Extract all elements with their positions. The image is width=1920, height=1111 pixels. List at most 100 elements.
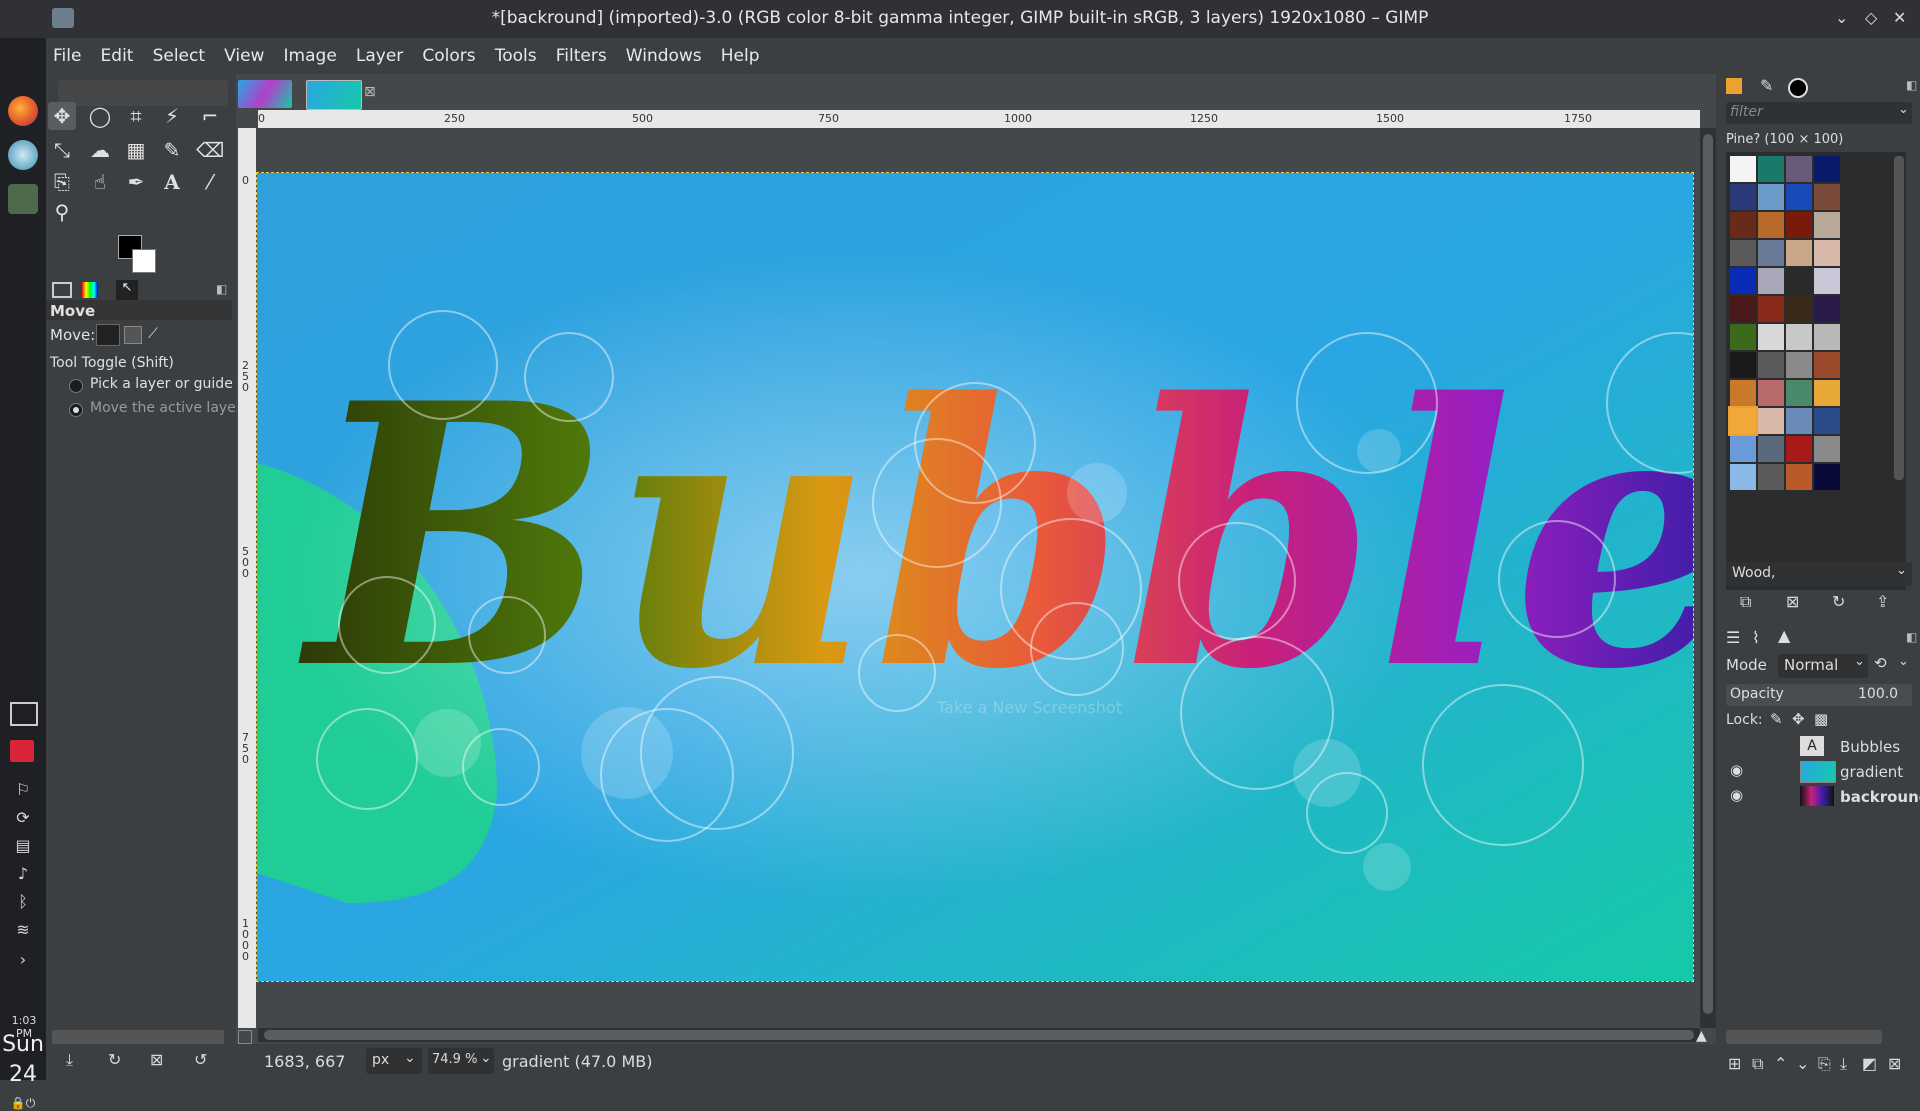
- color-picker-icon[interactable]: ⁄: [196, 168, 224, 196]
- pattern-swatch[interactable]: [1814, 240, 1840, 266]
- menu-select[interactable]: Select: [146, 38, 212, 74]
- paths-tab-icon[interactable]: ⌇: [1752, 628, 1760, 647]
- pattern-swatch[interactable]: [1786, 324, 1812, 350]
- delete-pattern-icon[interactable]: ⊠: [1786, 592, 1799, 611]
- pattern-swatch[interactable]: [1758, 408, 1784, 434]
- quick-mask-icon[interactable]: [238, 1030, 252, 1044]
- pattern-swatch[interactable]: [1758, 240, 1784, 266]
- canvas-vertical-scrollbar[interactable]: [1700, 128, 1716, 1028]
- raise-layer-icon[interactable]: ⌃: [1774, 1054, 1787, 1073]
- pattern-swatch[interactable]: [1758, 464, 1784, 490]
- move-path-mode-icon[interactable]: ⟋: [148, 326, 158, 342]
- mode-dropdown-icon[interactable]: ⌄: [1854, 654, 1865, 669]
- gradient-tool-icon[interactable]: ▦: [122, 136, 150, 164]
- pattern-swatch[interactable]: [1814, 464, 1840, 490]
- power-icon[interactable]: 🔒⏻: [6, 1096, 40, 1111]
- new-group-icon[interactable]: ⧉: [1752, 1054, 1763, 1074]
- pattern-swatch[interactable]: [1814, 408, 1840, 434]
- pattern-swatch[interactable]: [1786, 380, 1812, 406]
- pattern-swatch[interactable]: [1730, 436, 1756, 462]
- move-layer-mode-icon[interactable]: [96, 324, 120, 346]
- pattern-swatch[interactable]: [1730, 352, 1756, 378]
- pattern-swatch[interactable]: [1730, 296, 1756, 322]
- configure-tab-icon[interactable]: ◧: [216, 282, 227, 296]
- pattern-swatch[interactable]: [1758, 380, 1784, 406]
- unit-dropdown-icon[interactable]: ⌄: [404, 1050, 416, 1066]
- horizontal-ruler[interactable]: 0 250 500 750 1000 1250 1500 1750: [258, 110, 1700, 128]
- pattern-swatch[interactable]: [1758, 352, 1784, 378]
- pattern-swatch[interactable]: [1814, 436, 1840, 462]
- vertical-scroll-thumb[interactable]: [1703, 134, 1713, 1014]
- bluetooth-icon[interactable]: ᛒ: [12, 892, 34, 911]
- gradients-tab-icon[interactable]: [1788, 78, 1808, 98]
- pointer-tab-icon[interactable]: ↖: [116, 280, 138, 300]
- brushes-tab-icon[interactable]: ✎: [1760, 76, 1773, 95]
- new-layer-icon[interactable]: ⊞: [1728, 1054, 1741, 1073]
- menu-view[interactable]: View: [217, 38, 271, 74]
- clone-tool-icon[interactable]: ⎘: [48, 168, 76, 196]
- text-tool-icon[interactable]: A: [158, 168, 186, 196]
- layer-name[interactable]: gradient: [1840, 763, 1903, 781]
- pattern-grid[interactable]: [1726, 152, 1906, 590]
- pattern-swatch[interactable]: [1814, 212, 1840, 238]
- layer-row[interactable]: ◉ backround: [1716, 784, 1920, 809]
- maximize-button[interactable]: ◇: [1865, 8, 1877, 27]
- lock-position-icon[interactable]: ✥: [1792, 710, 1805, 728]
- delete-layer-icon[interactable]: ⊠: [1888, 1054, 1901, 1073]
- menu-colors[interactable]: Colors: [415, 38, 482, 74]
- toolbox-scrollbar[interactable]: [52, 1030, 224, 1044]
- pattern-swatch[interactable]: [1758, 436, 1784, 462]
- zoom-tool-icon[interactable]: ⚲: [48, 198, 76, 226]
- pattern-swatch[interactable]: [1758, 296, 1784, 322]
- clipboard-icon[interactable]: ▤: [12, 836, 34, 855]
- eraser-icon[interactable]: ⌫: [196, 136, 224, 164]
- canvas-horizontal-scrollbar[interactable]: [258, 1028, 1700, 1042]
- menu-image[interactable]: Image: [277, 38, 344, 74]
- paths-tool-icon[interactable]: ✒: [122, 168, 150, 196]
- pattern-swatch[interactable]: [1730, 268, 1756, 294]
- paintbrush-icon[interactable]: ✎: [158, 136, 186, 164]
- lock-alpha-icon[interactable]: ▩: [1814, 710, 1828, 728]
- layer-visibility-eye-icon[interactable]: ◉: [1730, 761, 1743, 779]
- tool-options-tab-icon[interactable]: [52, 282, 72, 298]
- image-tab-thumbnail[interactable]: [238, 80, 292, 108]
- unified-transform-icon[interactable]: ⤡: [48, 136, 76, 164]
- close-tab-icon[interactable]: ⊠: [364, 84, 376, 100]
- horizontal-scroll-thumb[interactable]: [264, 1030, 1694, 1040]
- pattern-swatch[interactable]: [1758, 184, 1784, 210]
- layer-name[interactable]: Bubbles: [1840, 738, 1900, 756]
- pick-layer-radio[interactable]: [69, 379, 83, 393]
- volume-icon[interactable]: ♪: [12, 864, 34, 883]
- pattern-swatch[interactable]: [1786, 352, 1812, 378]
- pattern-swatch[interactable]: [1730, 184, 1756, 210]
- pattern-swatch[interactable]: [1758, 212, 1784, 238]
- menu-layer[interactable]: Layer: [349, 38, 410, 74]
- background-color[interactable]: [132, 249, 156, 273]
- duplicate-pattern-icon[interactable]: ⧉: [1740, 592, 1751, 612]
- zoom-dropdown-icon[interactable]: ⌄: [480, 1050, 492, 1066]
- pattern-swatch[interactable]: [1814, 380, 1840, 406]
- pattern-swatch[interactable]: [1758, 324, 1784, 350]
- fuzzy-select-icon[interactable]: ⚡: [158, 102, 186, 130]
- firefox-icon[interactable]: [8, 96, 38, 126]
- pattern-swatch[interactable]: [1814, 296, 1840, 322]
- pattern-swatch[interactable]: [1814, 156, 1840, 182]
- reset-tool-options-icon[interactable]: ↺: [194, 1050, 207, 1069]
- save-tool-preset-icon[interactable]: ⤓: [66, 1050, 73, 1070]
- channels-tab-icon[interactable]: ▲: [1778, 626, 1790, 645]
- tag-dropdown-icon[interactable]: ⌄: [1896, 563, 1907, 578]
- pattern-swatch[interactable]: [1786, 296, 1812, 322]
- warp-transform-icon[interactable]: ☁: [86, 136, 114, 164]
- pattern-swatch[interactable]: [1786, 268, 1812, 294]
- menu-filters[interactable]: Filters: [549, 38, 614, 74]
- move-tool-icon[interactable]: ✥: [48, 102, 76, 130]
- layer-row[interactable]: ◉ gradient: [1716, 759, 1920, 784]
- layer-mask-icon[interactable]: ◩: [1862, 1054, 1877, 1073]
- browser-icon[interactable]: [8, 140, 38, 170]
- layers-dock-menu-icon[interactable]: ◧: [1906, 630, 1917, 644]
- layers-tab-icon[interactable]: ☰: [1726, 628, 1740, 647]
- pattern-swatch[interactable]: [1786, 464, 1812, 490]
- patterns-tab-icon[interactable]: [1726, 78, 1742, 94]
- notifications-icon[interactable]: ⚐: [12, 780, 34, 799]
- ellipse-select-icon[interactable]: ◯: [86, 102, 114, 130]
